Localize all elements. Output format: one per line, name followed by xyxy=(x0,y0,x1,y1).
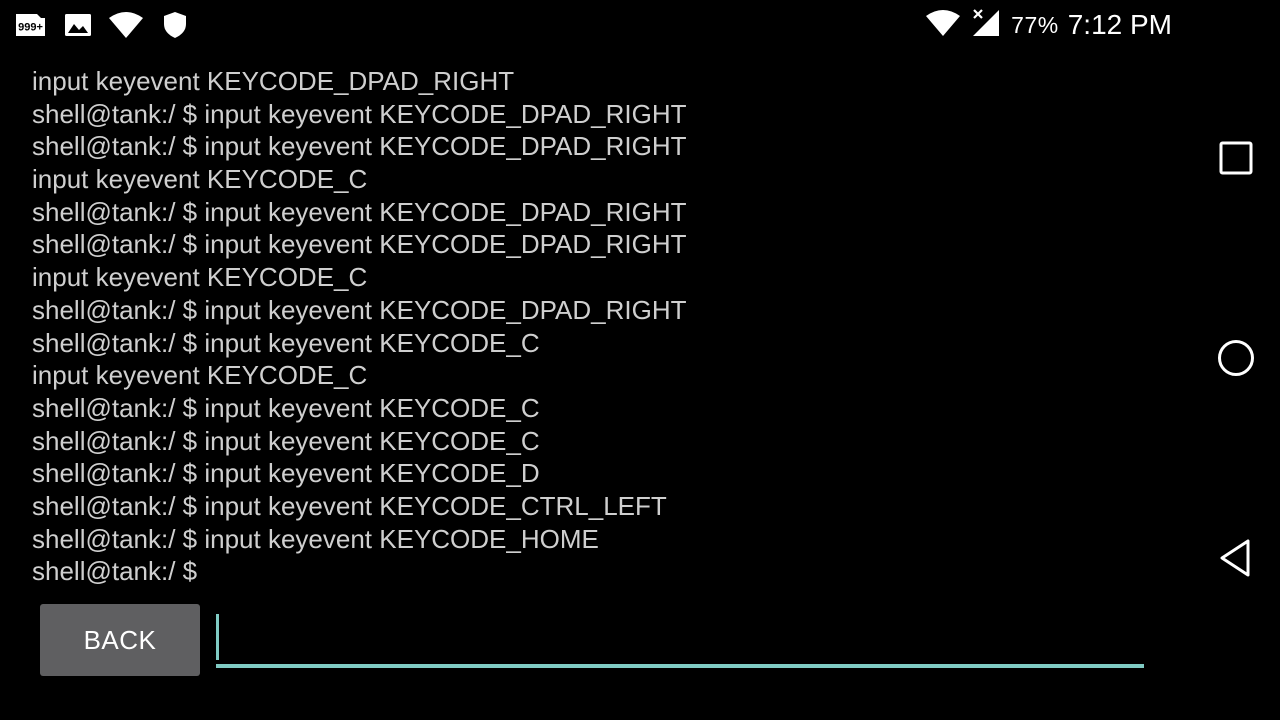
status-bar-right: 77% 7:12 PM xyxy=(925,8,1172,42)
image-icon xyxy=(64,10,92,45)
terminal-line: shell@tank:/ $ input keyevent KEYCODE_D xyxy=(32,458,540,489)
cellular-no-signal-icon xyxy=(971,8,1001,43)
terminal-line: input keyevent KEYCODE_C xyxy=(32,360,368,391)
text-cursor xyxy=(216,614,219,660)
notification-count-icon: 999+ xyxy=(12,10,48,45)
home-icon xyxy=(1216,338,1256,383)
command-input[interactable] xyxy=(216,604,1144,668)
input-underline xyxy=(216,664,1144,668)
recents-button[interactable] xyxy=(1192,100,1280,220)
wifi-icon xyxy=(108,10,144,45)
terminal-line: shell@tank:/ $ input keyevent KEYCODE_HO… xyxy=(32,523,599,554)
status-bar: 999+ 77% 7:12 PM xyxy=(0,0,1192,50)
terminal-line: shell@tank:/ $ input keyevent KEYCODE_DP… xyxy=(32,131,687,162)
wifi-icon xyxy=(925,8,961,43)
navigation-bar xyxy=(1192,0,1280,720)
home-button[interactable] xyxy=(1192,300,1280,420)
terminal-line: shell@tank:/ $ input keyevent KEYCODE_C xyxy=(32,425,540,456)
back-button[interactable]: BACK xyxy=(40,604,200,676)
shield-icon xyxy=(162,10,188,45)
terminal-line: shell@tank:/ $ input keyevent KEYCODE_CT… xyxy=(32,490,667,521)
clock: 7:12 PM xyxy=(1067,9,1172,40)
terminal-line: shell@tank:/ $ xyxy=(32,556,198,587)
terminal-line: shell@tank:/ $ input keyevent KEYCODE_DP… xyxy=(32,294,687,325)
battery-percent: 77% xyxy=(1011,11,1059,38)
terminal-line: shell@tank:/ $ input keyevent KEYCODE_C xyxy=(32,392,540,423)
terminal-line: shell@tank:/ $ input keyevent KEYCODE_C xyxy=(32,327,540,358)
terminal-line: shell@tank:/ $ input keyevent KEYCODE_DP… xyxy=(32,98,687,129)
terminal-line: input keyevent KEYCODE_C xyxy=(32,262,368,293)
terminal-line: shell@tank:/ $ input keyevent KEYCODE_DP… xyxy=(32,229,687,260)
terminal-output[interactable]: input keyevent KEYCODE_DPAD_RIGHT shell@t… xyxy=(32,68,1172,598)
nav-back-button[interactable] xyxy=(1192,500,1280,620)
terminal-line: shell@tank:/ $ input keyevent KEYCODE_DP… xyxy=(32,196,687,227)
recents-icon xyxy=(1218,140,1254,181)
terminal-line: input keyevent KEYCODE_DPAD_RIGHT xyxy=(32,68,515,96)
terminal-line: input keyevent KEYCODE_C xyxy=(32,164,368,195)
terminal-lines: input keyevent KEYCODE_DPAD_RIGHT shell@t… xyxy=(32,68,687,588)
notification-count-badge: 999+ xyxy=(18,22,43,34)
back-icon xyxy=(1218,538,1254,583)
